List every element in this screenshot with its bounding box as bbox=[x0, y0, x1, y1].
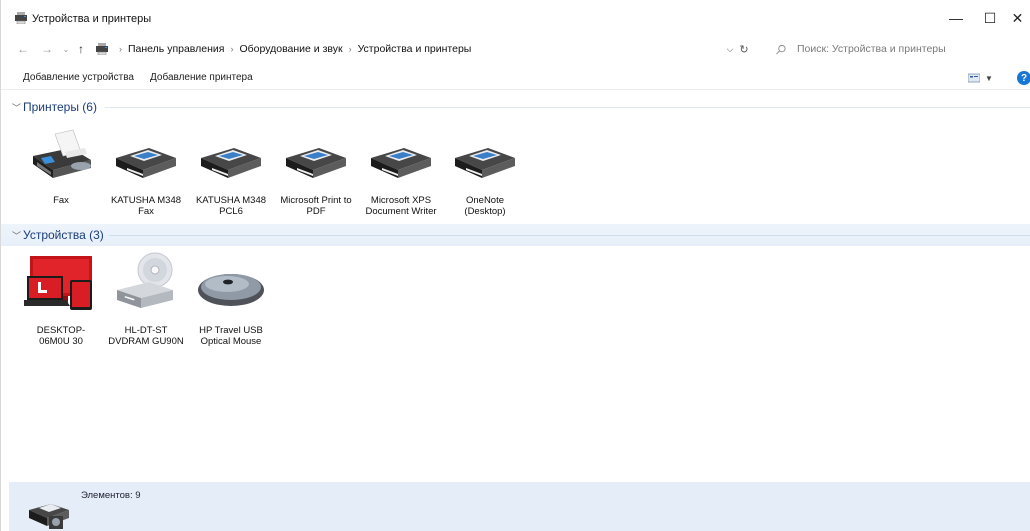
device-item-fax[interactable]: Fax bbox=[21, 124, 101, 206]
device-item-printer[interactable]: Microsoft Print to PDF bbox=[276, 124, 356, 217]
arrow-left-icon: ← bbox=[17, 42, 29, 56]
devices-group-title[interactable]: Устройства (3) bbox=[23, 228, 104, 242]
device-item-printer[interactable]: OneNote (Desktop) bbox=[445, 124, 525, 217]
address-row: ← → ⌄ ↑ › Панель управления › Оборудован… bbox=[1, 36, 1030, 62]
forward-button[interactable]: → bbox=[39, 39, 55, 59]
devices-group-header[interactable]: ﹀ Устройства (3) bbox=[1, 224, 1030, 246]
address-history-button[interactable]: ⌵ bbox=[723, 40, 737, 58]
device-item-printer[interactable]: KATUSHA M348 Fax bbox=[106, 124, 186, 217]
device-label: Microsoft Print to PDF bbox=[280, 195, 352, 217]
chevron-down-icon[interactable]: ﹀ bbox=[12, 101, 21, 114]
device-label: KATUSHA M348 Fax bbox=[110, 195, 182, 217]
details-pane: Элементов: 9 bbox=[9, 482, 1030, 531]
chevron-down-icon: ⌄ bbox=[62, 44, 70, 54]
add-device-button[interactable]: Добавление устройства bbox=[23, 72, 134, 83]
breadcrumb-item[interactable]: Оборудование и звук bbox=[239, 43, 342, 55]
chevron-down-icon: ⌵ bbox=[726, 43, 734, 54]
item-count: Элементов: 9 bbox=[81, 490, 141, 501]
arrow-up-icon: ↑ bbox=[78, 42, 84, 56]
device-item-dvd-drive[interactable]: HL-DT-ST DVDRAM GU90N bbox=[106, 252, 186, 347]
device-label: HP Travel USB Optical Mouse bbox=[199, 325, 263, 347]
devices-printers-icon bbox=[15, 12, 27, 24]
close-button[interactable]: ✕ bbox=[1004, 0, 1030, 36]
printer-icon bbox=[371, 148, 431, 178]
mouse-icon bbox=[198, 274, 264, 306]
address-bar[interactable]: › Панель управления › Оборудование и зву… bbox=[91, 38, 759, 60]
device-label: Microsoft XPS Document Writer bbox=[365, 195, 437, 217]
view-options-icon bbox=[968, 73, 980, 83]
recent-locations-button[interactable]: ⌄ bbox=[61, 39, 71, 59]
chevron-down-icon: ▼ bbox=[985, 73, 993, 83]
refresh-icon: ↻ bbox=[739, 43, 749, 56]
breadcrumb-separator-icon[interactable]: › bbox=[349, 44, 352, 54]
group-divider bbox=[105, 107, 1030, 108]
device-item-mouse[interactable]: HP Travel USB Optical Mouse bbox=[191, 254, 271, 347]
device-label: DESKTOP-06M0U 30 bbox=[36, 325, 86, 347]
chevron-down-icon[interactable]: ﹀ bbox=[12, 229, 21, 242]
device-label: OneNote (Desktop) bbox=[464, 195, 506, 217]
printer-icon bbox=[286, 148, 346, 178]
group-divider bbox=[109, 235, 1030, 236]
printer-icon bbox=[201, 148, 261, 178]
window-title: Устройства и принтеры bbox=[32, 13, 152, 25]
fax-icon bbox=[33, 129, 91, 178]
device-item-computer[interactable]: DESKTOP-06M0U 30 bbox=[21, 254, 101, 347]
command-bar: Добавление устройства Добавление принтер… bbox=[1, 66, 1030, 90]
device-label: KATUSHA M348 PCL6 bbox=[195, 195, 267, 217]
breadcrumb-item[interactable]: Устройства и принтеры bbox=[358, 43, 472, 55]
dvd-drive-icon bbox=[117, 252, 173, 308]
devices-printers-icon bbox=[96, 43, 108, 55]
device-label: Fax bbox=[53, 195, 69, 206]
printer-icon bbox=[116, 148, 176, 178]
device-label: HL-DT-ST DVDRAM GU90N bbox=[108, 325, 184, 347]
printer-icon bbox=[455, 148, 515, 178]
search-box[interactable]: Поиск: Устройства и принтеры bbox=[765, 38, 1023, 60]
breadcrumb-separator-icon[interactable]: › bbox=[119, 44, 122, 54]
add-printer-button[interactable]: Добавление принтера bbox=[150, 72, 253, 83]
arrow-right-icon: → bbox=[41, 42, 53, 56]
breadcrumb-separator-icon[interactable]: › bbox=[230, 44, 233, 54]
explorer-window: Устройства и принтеры — ☐ ✕ ← → ⌄ ↑ › Па… bbox=[0, 0, 1030, 531]
device-item-printer[interactable]: KATUSHA M348 PCL6 bbox=[191, 124, 271, 217]
printers-group-header[interactable]: ﹀ Принтеры (6) bbox=[1, 96, 1030, 118]
refresh-button[interactable]: ↻ bbox=[737, 40, 751, 58]
breadcrumb-item[interactable]: Панель управления bbox=[128, 43, 224, 55]
search-icon bbox=[776, 44, 786, 54]
computer-icon bbox=[24, 256, 92, 310]
devices-printers-icon bbox=[29, 504, 69, 529]
device-item-printer[interactable]: Microsoft XPS Document Writer bbox=[361, 124, 441, 217]
search-placeholder[interactable]: Поиск: Устройства и принтеры bbox=[797, 43, 946, 55]
help-button[interactable]: ? bbox=[1017, 71, 1030, 85]
title-bar: Устройства и принтеры — ☐ ✕ bbox=[1, 0, 1030, 36]
change-view-button[interactable]: ▼ bbox=[968, 72, 994, 84]
up-button[interactable]: ↑ bbox=[74, 39, 88, 59]
back-button[interactable]: ← bbox=[15, 39, 31, 59]
printers-group-title[interactable]: Принтеры (6) bbox=[23, 100, 97, 114]
